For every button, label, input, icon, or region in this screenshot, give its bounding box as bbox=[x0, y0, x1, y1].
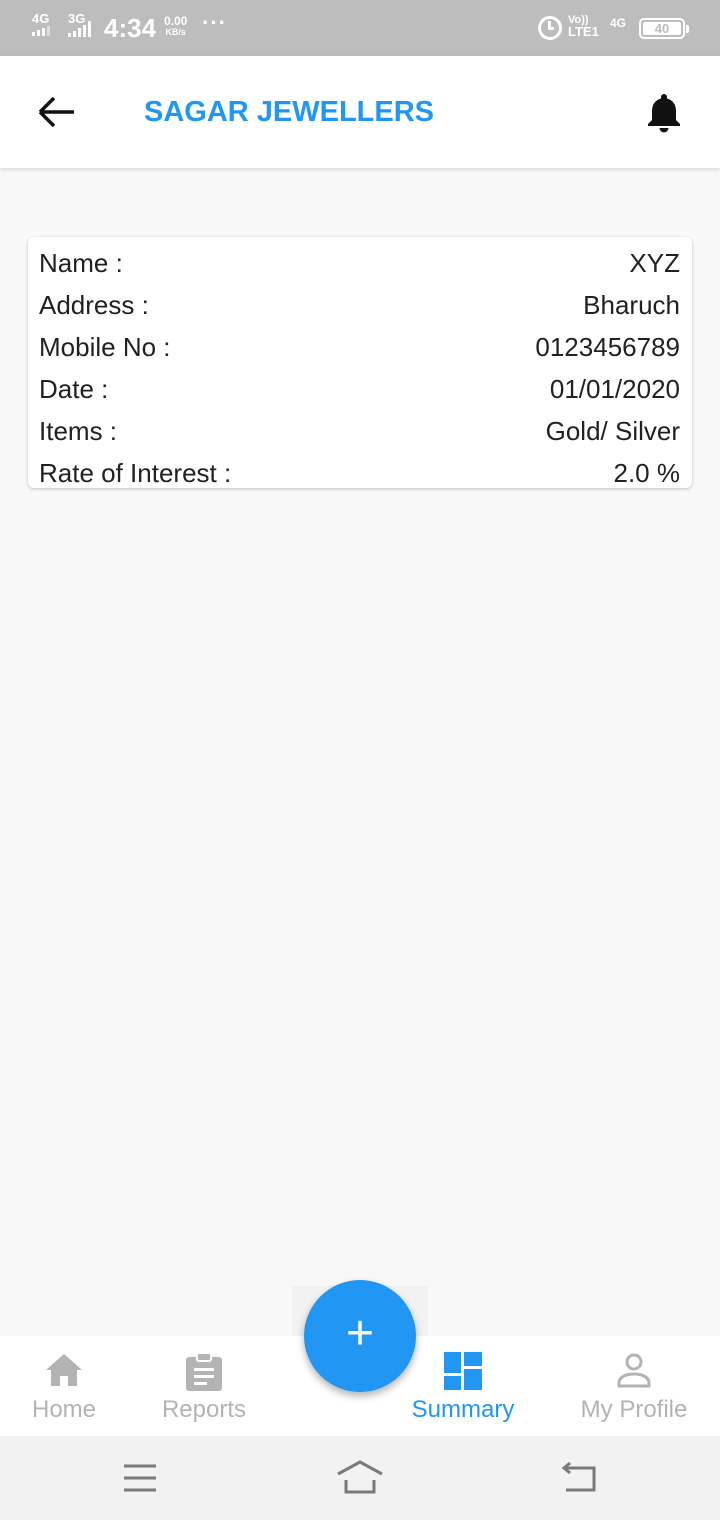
back-system-button[interactable] bbox=[556, 1456, 604, 1500]
app-screen: 4G 3G 4:34 0.00 KB/s ··· Vo)) LTE1 4G 40 bbox=[0, 0, 720, 1520]
nav-item-home[interactable]: Home bbox=[0, 1336, 128, 1436]
clock: 4:34 bbox=[104, 13, 157, 43]
bell-icon bbox=[648, 94, 680, 133]
alarm-icon bbox=[538, 16, 562, 40]
battery-icon: 40 bbox=[639, 18, 689, 39]
nav-label-reports: Reports bbox=[161, 1396, 247, 1423]
detail-value: Gold/ Silver bbox=[545, 416, 680, 446]
speed-value: 0.00 bbox=[164, 14, 188, 28]
menu-button[interactable] bbox=[116, 1456, 164, 1500]
network-speed: 0.00 KB/s bbox=[164, 15, 187, 37]
nav-label-my-profile: My Profile bbox=[580, 1396, 688, 1423]
detail-value: Bharuch bbox=[583, 290, 680, 320]
nav-item-summary[interactable]: Summary bbox=[400, 1336, 526, 1436]
detail-row: Mobile No : 0123456789 bbox=[39, 327, 680, 369]
app-bar: SAGAR JEWELLERS bbox=[0, 56, 720, 168]
detail-label: Name : bbox=[39, 248, 123, 278]
signal-bars-2-icon bbox=[68, 21, 98, 40]
detail-label: Date : bbox=[39, 374, 109, 404]
nav-item-my-profile[interactable]: My Profile bbox=[566, 1336, 702, 1436]
nav-item-reports[interactable]: Reports bbox=[138, 1336, 270, 1436]
signal-bars-1-icon bbox=[32, 26, 54, 39]
detail-row: Address : Bharuch bbox=[39, 285, 680, 327]
detail-value: 01/01/2020 bbox=[549, 374, 680, 404]
add-button[interactable]: + bbox=[304, 1280, 416, 1392]
more-notifications-icon: ··· bbox=[202, 10, 227, 35]
detail-label: Rate of Interest : bbox=[39, 458, 232, 488]
back-button[interactable] bbox=[30, 90, 80, 134]
menu-icon bbox=[124, 1464, 156, 1492]
network-4g-label: 4G bbox=[32, 11, 50, 26]
plus-icon: + bbox=[345, 1307, 375, 1360]
arrow-left-icon bbox=[38, 96, 74, 128]
customer-details-card: Name : XYZ Address : Bharuch Mobile No : 0123… bbox=[28, 237, 692, 488]
detail-value: XYZ bbox=[629, 248, 680, 278]
person-icon bbox=[617, 1353, 651, 1388]
network-4g-secondary: 4G bbox=[610, 16, 627, 30]
home-system-button[interactable] bbox=[336, 1456, 384, 1500]
detail-row: Name : XYZ bbox=[39, 243, 680, 285]
lte-label: LTE1 bbox=[568, 24, 599, 39]
system-navigation-bar bbox=[0, 1436, 720, 1520]
detail-label: Mobile No : bbox=[39, 332, 171, 362]
detail-value: 2.0 % bbox=[613, 458, 681, 488]
page-title: SAGAR JEWELLERS bbox=[144, 96, 435, 128]
status-bar: 4G 3G 4:34 0.00 KB/s ··· Vo)) LTE1 4G 40 bbox=[0, 0, 720, 56]
detail-label: Items : bbox=[39, 416, 118, 446]
nav-label-summary: Summary bbox=[411, 1396, 515, 1423]
detail-row: Date : 01/01/2020 bbox=[39, 369, 680, 411]
network-4g-indicator: 4G bbox=[32, 12, 49, 25]
clipboard-icon bbox=[186, 1352, 222, 1391]
volte-indicator: Vo)) LTE1 bbox=[568, 14, 599, 38]
detail-value: 0123456789 bbox=[535, 332, 680, 362]
dashboard-icon bbox=[444, 1352, 482, 1390]
back-return-icon bbox=[561, 1461, 596, 1492]
home-icon bbox=[46, 1354, 82, 1386]
battery-level: 40 bbox=[654, 21, 670, 36]
detail-row: Items : Gold/ Silver bbox=[39, 411, 680, 453]
detail-row: Rate of Interest : 2.0 % bbox=[39, 453, 680, 495]
detail-label: Address : bbox=[39, 290, 149, 320]
speed-unit: KB/s bbox=[165, 27, 186, 37]
nav-label-home: Home bbox=[31, 1396, 97, 1423]
home-outline-icon bbox=[337, 1460, 383, 1494]
notifications-button[interactable] bbox=[642, 90, 686, 134]
